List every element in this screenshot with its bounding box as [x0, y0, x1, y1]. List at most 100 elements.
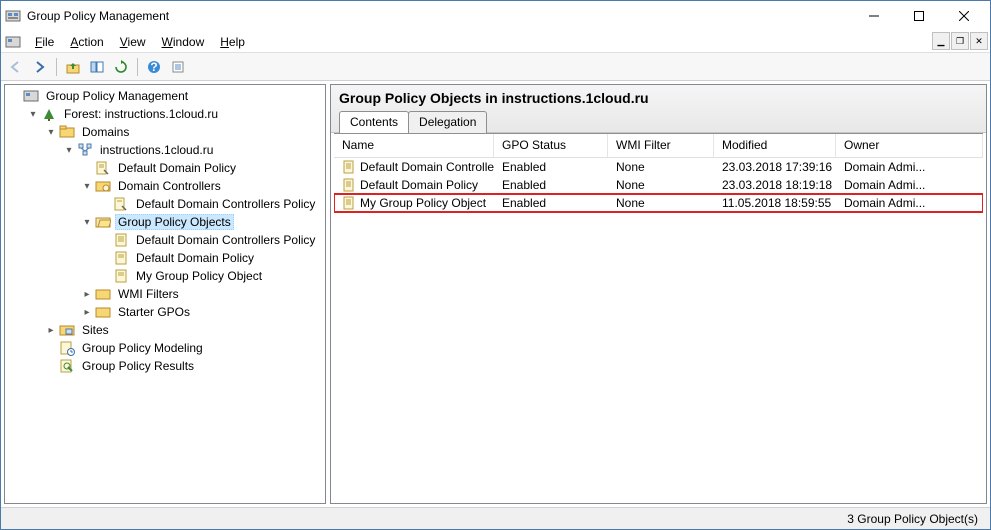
tree-gpo-my[interactable]: My Group Policy Object — [95, 267, 325, 285]
tree-sites[interactable]: ▸ Sites — [41, 321, 325, 339]
cell-status: Enabled — [494, 177, 608, 193]
col-name[interactable]: Name — [334, 134, 494, 157]
gpo-icon — [113, 232, 129, 248]
tree-gpo-ddcp[interactable]: Default Domain Controllers Policy — [95, 231, 325, 249]
expand-icon[interactable]: ▸ — [45, 324, 57, 336]
properties-button[interactable] — [167, 56, 189, 78]
cell-wmi: None — [608, 159, 714, 175]
maximize-button[interactable] — [896, 2, 941, 30]
refresh-button[interactable] — [110, 56, 132, 78]
tree-label: Domains — [79, 124, 132, 140]
gpo-icon — [342, 196, 356, 210]
folder-icon — [59, 124, 75, 140]
tree-label: Sites — [79, 322, 112, 338]
tree-root[interactable]: Group Policy Management — [5, 87, 325, 105]
tab-delegation[interactable]: Delegation — [408, 111, 487, 133]
mdi-minimize-button[interactable]: ▁ — [932, 32, 950, 50]
tree-starter-gpos[interactable]: ▸ Starter GPOs — [77, 303, 325, 321]
tabs: Contents Delegation — [339, 110, 978, 132]
expand-icon[interactable]: ▸ — [81, 288, 93, 300]
tree-label: Default Domain Policy — [133, 250, 257, 266]
tree-ddcp-link[interactable]: Default Domain Controllers Policy — [95, 195, 325, 213]
tree-label: Default Domain Controllers Policy — [133, 232, 318, 248]
menu-action[interactable]: Action — [62, 33, 111, 51]
menu-help[interactable]: Help — [212, 33, 253, 51]
col-status[interactable]: GPO Status — [494, 134, 608, 157]
menu-view[interactable]: View — [112, 33, 154, 51]
tree-label: Group Policy Results — [79, 358, 197, 374]
cell-owner: Domain Admi... — [836, 159, 983, 175]
gpo-icon — [342, 160, 356, 174]
app-icon — [5, 8, 21, 24]
col-modified[interactable]: Modified — [714, 134, 836, 157]
gpo-link-icon — [95, 160, 111, 176]
tree-label: Default Domain Controllers Policy — [133, 196, 318, 212]
col-wmi[interactable]: WMI Filter — [608, 134, 714, 157]
forward-button[interactable] — [29, 56, 51, 78]
folder-open-icon — [95, 214, 111, 230]
tree-modeling[interactable]: Group Policy Modeling — [41, 339, 325, 357]
list-header: Name GPO Status WMI Filter Modified Owne… — [334, 134, 983, 158]
cell-name: Default Domain Controller... — [334, 159, 494, 175]
cell-modified: 23.03.2018 18:19:18 — [714, 177, 836, 193]
cell-status: Enabled — [494, 195, 608, 211]
detail-heading: Group Policy Objects in instructions.1cl… — [339, 90, 978, 106]
tree-gpo-ddp[interactable]: Default Domain Policy — [95, 249, 325, 267]
collapse-icon[interactable]: ▾ — [81, 180, 93, 192]
collapse-icon[interactable]: ▾ — [27, 108, 39, 120]
mdi-controls: ▁ ❐ ✕ — [932, 32, 988, 50]
tree-pane[interactable]: Group Policy Management ▾ Forest: instru… — [4, 84, 326, 504]
tree-label: My Group Policy Object — [133, 268, 265, 284]
tree-label: Group Policy Management — [43, 88, 191, 104]
folder-icon — [95, 286, 111, 302]
content-area: Group Policy Management ▾ Forest: instru… — [1, 81, 990, 507]
tree-domain[interactable]: ▾ instructions.1cloud.ru — [59, 141, 325, 159]
tree-label: Domain Controllers — [115, 178, 224, 194]
tree-label: Forest: instructions.1cloud.ru — [61, 106, 221, 122]
mdi-close-button[interactable]: ✕ — [970, 32, 988, 50]
gpo-icon — [113, 250, 129, 266]
menu-window[interactable]: Window — [154, 33, 213, 51]
window-title: Group Policy Management — [27, 9, 851, 23]
up-folder-button[interactable] — [62, 56, 84, 78]
mdi-app-icon — [5, 34, 21, 50]
tree-domains[interactable]: ▾ Domains — [41, 123, 325, 141]
table-row[interactable]: Default Domain Controller...EnabledNone2… — [334, 158, 983, 176]
menu-file[interactable]: File — [27, 33, 62, 51]
svg-text:?: ? — [150, 60, 157, 74]
results-icon — [59, 358, 75, 374]
collapse-icon[interactable]: ▾ — [45, 126, 57, 138]
tree-results[interactable]: Group Policy Results — [41, 357, 325, 375]
cell-status: Enabled — [494, 159, 608, 175]
status-bar: 3 Group Policy Object(s) — [1, 507, 990, 529]
col-owner[interactable]: Owner — [836, 134, 983, 157]
expand-icon[interactable]: ▸ — [81, 306, 93, 318]
tree-default-domain-policy[interactable]: Default Domain Policy — [77, 159, 325, 177]
table-row[interactable]: My Group Policy ObjectEnabledNone11.05.2… — [334, 194, 983, 212]
show-hide-tree-button[interactable] — [86, 56, 108, 78]
tree-label: instructions.1cloud.ru — [97, 142, 216, 158]
tab-contents[interactable]: Contents — [339, 111, 409, 133]
mdi-restore-button[interactable]: ❐ — [951, 32, 969, 50]
close-button[interactable] — [941, 2, 986, 30]
domain-icon — [77, 142, 93, 158]
table-row[interactable]: Default Domain PolicyEnabledNone23.03.20… — [334, 176, 983, 194]
collapse-icon[interactable]: ▾ — [63, 144, 75, 156]
cell-wmi: None — [608, 195, 714, 211]
help-button[interactable]: ? — [143, 56, 165, 78]
back-button[interactable] — [5, 56, 27, 78]
gpo-link-icon — [113, 196, 129, 212]
minimize-button[interactable] — [851, 2, 896, 30]
detail-header: Group Policy Objects in instructions.1cl… — [331, 85, 986, 133]
modeling-icon — [59, 340, 75, 356]
toolbar-separator — [56, 58, 57, 76]
sites-icon — [59, 322, 75, 338]
tree-domain-controllers[interactable]: ▾ Domain Controllers — [77, 177, 325, 195]
tree-gpo-container[interactable]: ▾ Group Policy Objects — [77, 213, 325, 231]
tree-forest[interactable]: ▾ Forest: instructions.1cloud.ru — [23, 105, 325, 123]
collapse-icon[interactable]: ▾ — [81, 216, 93, 228]
gpo-icon — [342, 178, 356, 192]
tree-wmi-filters[interactable]: ▸ WMI Filters — [77, 285, 325, 303]
tree-label: Group Policy Objects — [115, 214, 234, 230]
cell-owner: Domain Admi... — [836, 195, 983, 211]
